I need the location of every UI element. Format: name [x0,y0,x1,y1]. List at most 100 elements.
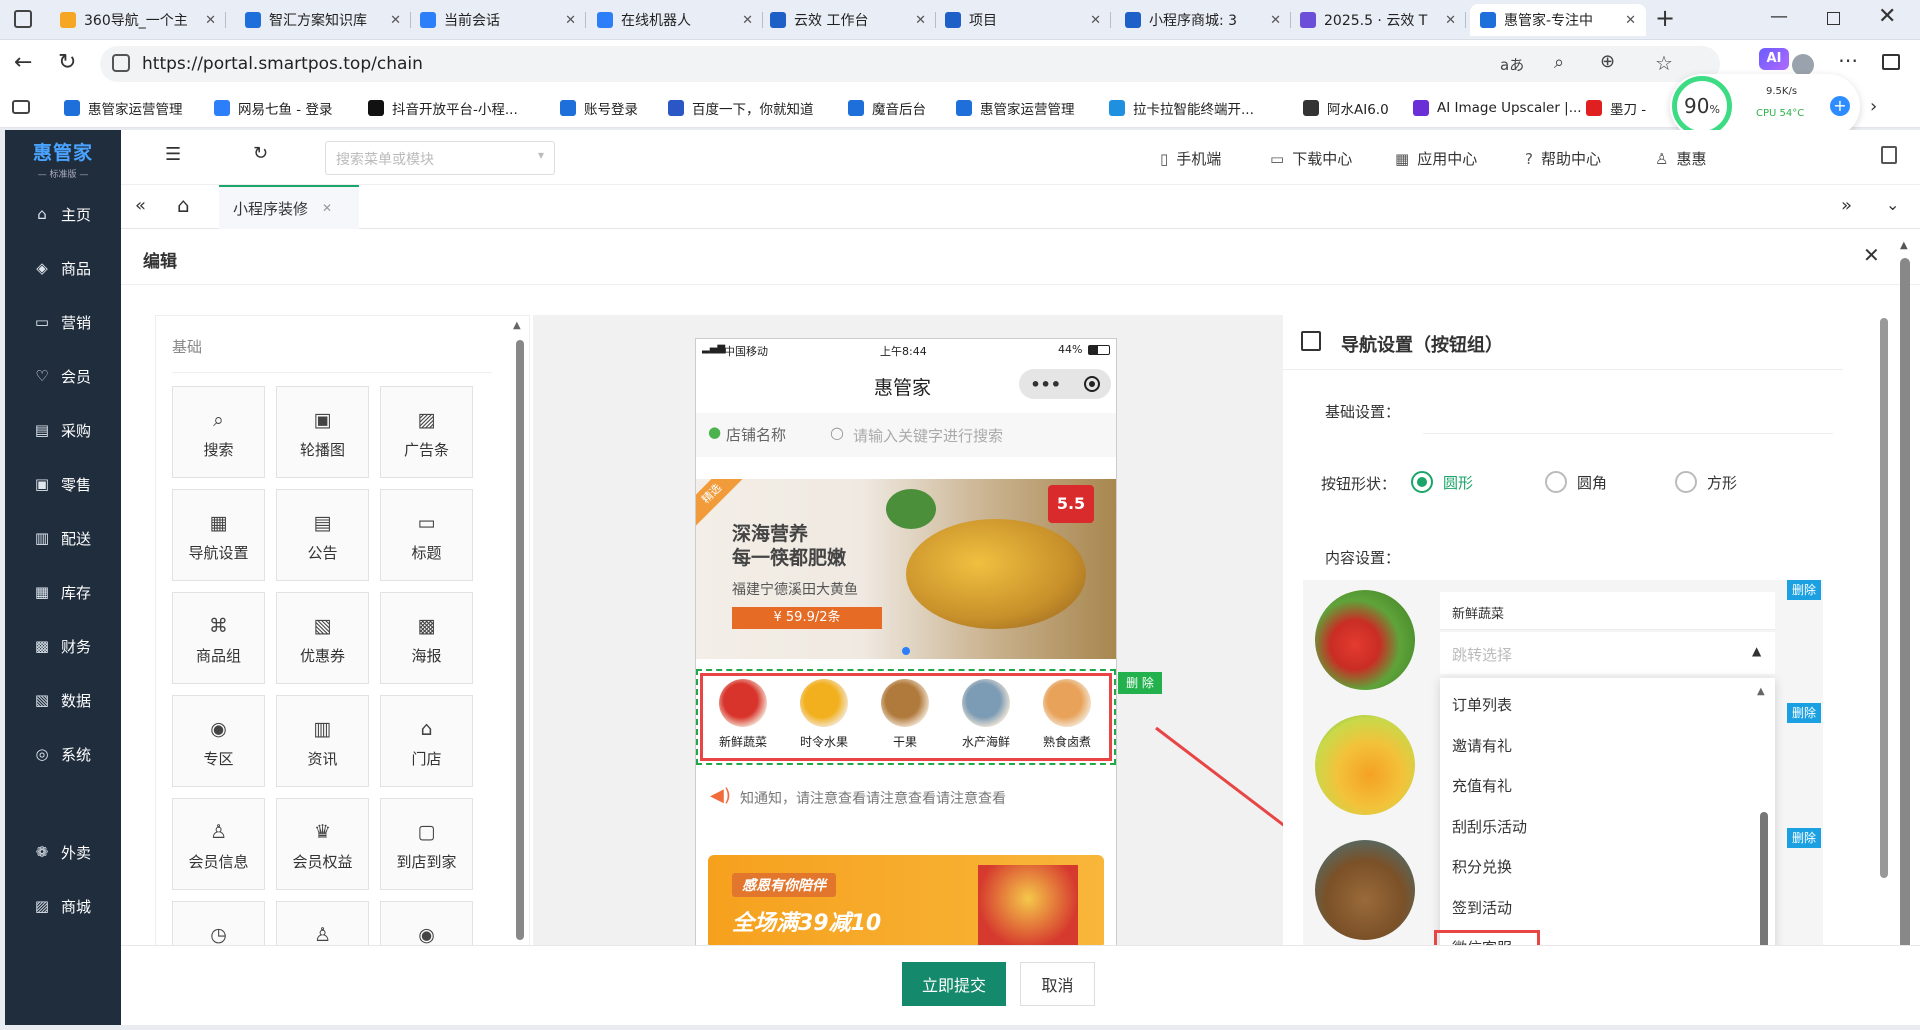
store-name[interactable]: 店铺名称 [726,424,786,445]
browser-tab-5[interactable]: 云效 工作台 ✕ [760,4,936,36]
refresh-icon[interactable]: ↻ [253,143,268,164]
bookmark-item[interactable]: 拉卡拉智能终端开... [1109,98,1254,118]
close-dialog-icon[interactable]: ✕ [1863,243,1880,267]
topnav-item-1[interactable]: ▯ 手机端 [1160,148,1221,169]
zoom-icon[interactable]: ⌕ [1554,52,1564,73]
delete-item-1[interactable]: 删除 [1787,580,1821,600]
browser-tab-6[interactable]: 项目 ✕ [935,4,1111,36]
bookmark-item[interactable]: 惠管家运营管理 [956,98,1075,118]
component-item[interactable]: ♙ 会员信息 [172,798,265,890]
item-image-nuts[interactable] [1315,840,1415,940]
page-scrollbar[interactable] [1900,258,1910,998]
sidebar-item-9[interactable]: ▩ 财务 [5,626,121,666]
bookmark-item[interactable]: 阿水AI6.0 [1303,98,1389,118]
back-icon[interactable]: ← [14,50,32,75]
sidebar-item-7[interactable]: ▥ 配送 [5,518,121,558]
bookmarks-menu-icon[interactable] [12,100,30,114]
delete-item-3[interactable]: 删除 [1787,828,1821,848]
close-tab-icon[interactable]: ✕ [742,13,753,28]
phone-search-input[interactable]: 请输入关键字进行搜索 [853,425,1003,446]
perf-widget[interactable]: 90% 9.5K/s CPU 54°C + [1670,74,1860,138]
bookmark-item[interactable]: 百度一下，你就知道 [668,98,814,118]
bookmarks-more-icon[interactable]: › [1870,96,1877,117]
nav-delete-tag[interactable]: 删 除 [1118,672,1162,694]
phone-nav-item[interactable]: 熟食卤煮 [1030,679,1104,750]
topnav-item-5[interactable]: ♙ 惠惠 [1655,148,1706,169]
sidebar-item-11[interactable]: ◎ 系统 [5,734,121,774]
more-menu-icon[interactable]: ⋯ [1838,48,1858,72]
tab-actions-icon[interactable] [14,10,32,28]
extensions-icon[interactable]: ⊕ [1600,51,1615,72]
component-item[interactable]: ▭ 标题 [380,489,473,581]
home-tab-icon[interactable]: ⌂ [177,193,190,217]
close-tab-icon[interactable]: ✕ [1090,13,1101,28]
collapse-menu-icon[interactable]: ☰ [165,144,181,165]
minimize-button[interactable]: — [1770,6,1788,27]
close-tab-icon[interactable]: ✕ [1625,13,1636,28]
browser-tab-1[interactable]: 360导航_一个主 ✕ [50,4,226,36]
perf-add-icon[interactable]: + [1830,96,1850,116]
close-tab-icon[interactable]: ✕ [205,13,216,28]
component-item[interactable]: ▢ 到店到家 [380,798,473,890]
close-tab-icon[interactable]: ✕ [322,201,332,215]
settings-scrollbar[interactable] [1880,318,1888,878]
radio-circle[interactable] [1675,471,1697,493]
component-item[interactable]: ⌕ 搜索 [172,386,265,478]
component-item[interactable]: ▧ 优惠券 [276,592,369,684]
sidebar-toggle-icon[interactable] [1882,54,1900,70]
close-tab-icon[interactable]: ✕ [915,13,926,28]
scroll-up-icon[interactable]: ▲ [513,320,521,331]
bookmark-item[interactable]: 账号登录 [560,98,638,118]
close-tab-icon[interactable]: ✕ [1270,13,1281,28]
browser-tab-2[interactable]: 智汇方案知识库 ✕ [235,4,411,36]
component-item[interactable]: ⌘ 商品组 [172,592,265,684]
phone-nav-item[interactable]: 干果 [868,679,942,750]
dropdown-option[interactable]: 邀请有礼 [1452,735,1512,756]
sidebar-item-1[interactable]: ⌂ 主页 [5,194,121,234]
sidebar-item-4[interactable]: ♡ 会员 [5,356,121,396]
page-tab-active[interactable]: 小程序装修 ✕ [219,185,359,229]
item-image-vegetable[interactable] [1315,590,1415,690]
site-info-icon[interactable] [112,54,130,72]
phone-nav-item[interactable]: 时令水果 [787,679,861,750]
dropdown-scroll-up-icon[interactable]: ▲ [1757,686,1765,697]
bookmark-item[interactable]: 墨刀 - [1586,98,1646,118]
restore-button[interactable] [1827,12,1840,25]
dropdown-option[interactable]: 充值有礼 [1452,775,1512,796]
sidebar-item-12[interactable]: ❁ 外卖 [5,832,121,872]
logout-icon[interactable] [1881,146,1897,164]
dropdown-option[interactable]: 积分兑换 [1452,856,1512,877]
component-scrollbar[interactable] [516,340,524,940]
item-image-fruit[interactable] [1315,715,1415,815]
close-window-button[interactable]: ✕ [1878,4,1896,29]
topnav-item-2[interactable]: ▭ 下载中心 [1270,148,1352,169]
phone-nav-item[interactable]: 水产海鲜 [949,679,1023,750]
sidebar-item-2[interactable]: ◈ 商品 [5,248,121,288]
browser-tab-7[interactable]: 小程序商城: 3 ✕ [1115,4,1291,36]
read-aloud-icon[interactable]: aあ [1500,54,1524,75]
phone-nav-item[interactable]: 新鲜蔬菜 [706,679,780,750]
dropdown-option[interactable]: 签到活动 [1452,897,1512,918]
cancel-button[interactable]: 取消 [1020,962,1095,1006]
close-tab-icon[interactable]: ✕ [1445,13,1456,28]
delete-item-2[interactable]: 删除 [1787,703,1821,723]
shape-radio-2[interactable]: 圆角 [1545,471,1607,493]
tabs-scroll-left-icon[interactable]: « [135,195,146,216]
sidebar-item-10[interactable]: ▧ 数据 [5,680,121,720]
component-item[interactable]: ▩ 海报 [380,592,473,684]
hero-banner[interactable]: 精选 深海营养 每一筷都肥嫩 福建宁德溪田大黄鱼 ¥ 59.9/2条 5.5 [696,479,1116,659]
component-item[interactable]: ♛ 会员权益 [276,798,369,890]
component-item[interactable]: ⌂ 门店 [380,695,473,787]
component-item[interactable]: ◉ 专区 [172,695,265,787]
component-item[interactable]: ▨ 广告条 [380,386,473,478]
radio-circle[interactable] [1545,471,1567,493]
profile-avatar[interactable] [1792,54,1814,76]
topnav-item-4[interactable]: ? 帮助中心 [1525,148,1601,169]
bookmark-item[interactable]: 惠管家运营管理 [64,98,183,118]
bookmark-item[interactable]: AI Image Upscaler |... [1413,98,1582,118]
radio-circle[interactable] [1411,471,1433,493]
url-box[interactable]: https://portal.smartpos.top/chain aあ ⌕ ⊕… [100,46,1720,82]
sidebar-item-3[interactable]: ▭ 营销 [5,302,121,342]
component-item[interactable]: ▤ 公告 [276,489,369,581]
browser-tab-8[interactable]: 2025.5 · 云效 T ✕ [1290,4,1466,36]
